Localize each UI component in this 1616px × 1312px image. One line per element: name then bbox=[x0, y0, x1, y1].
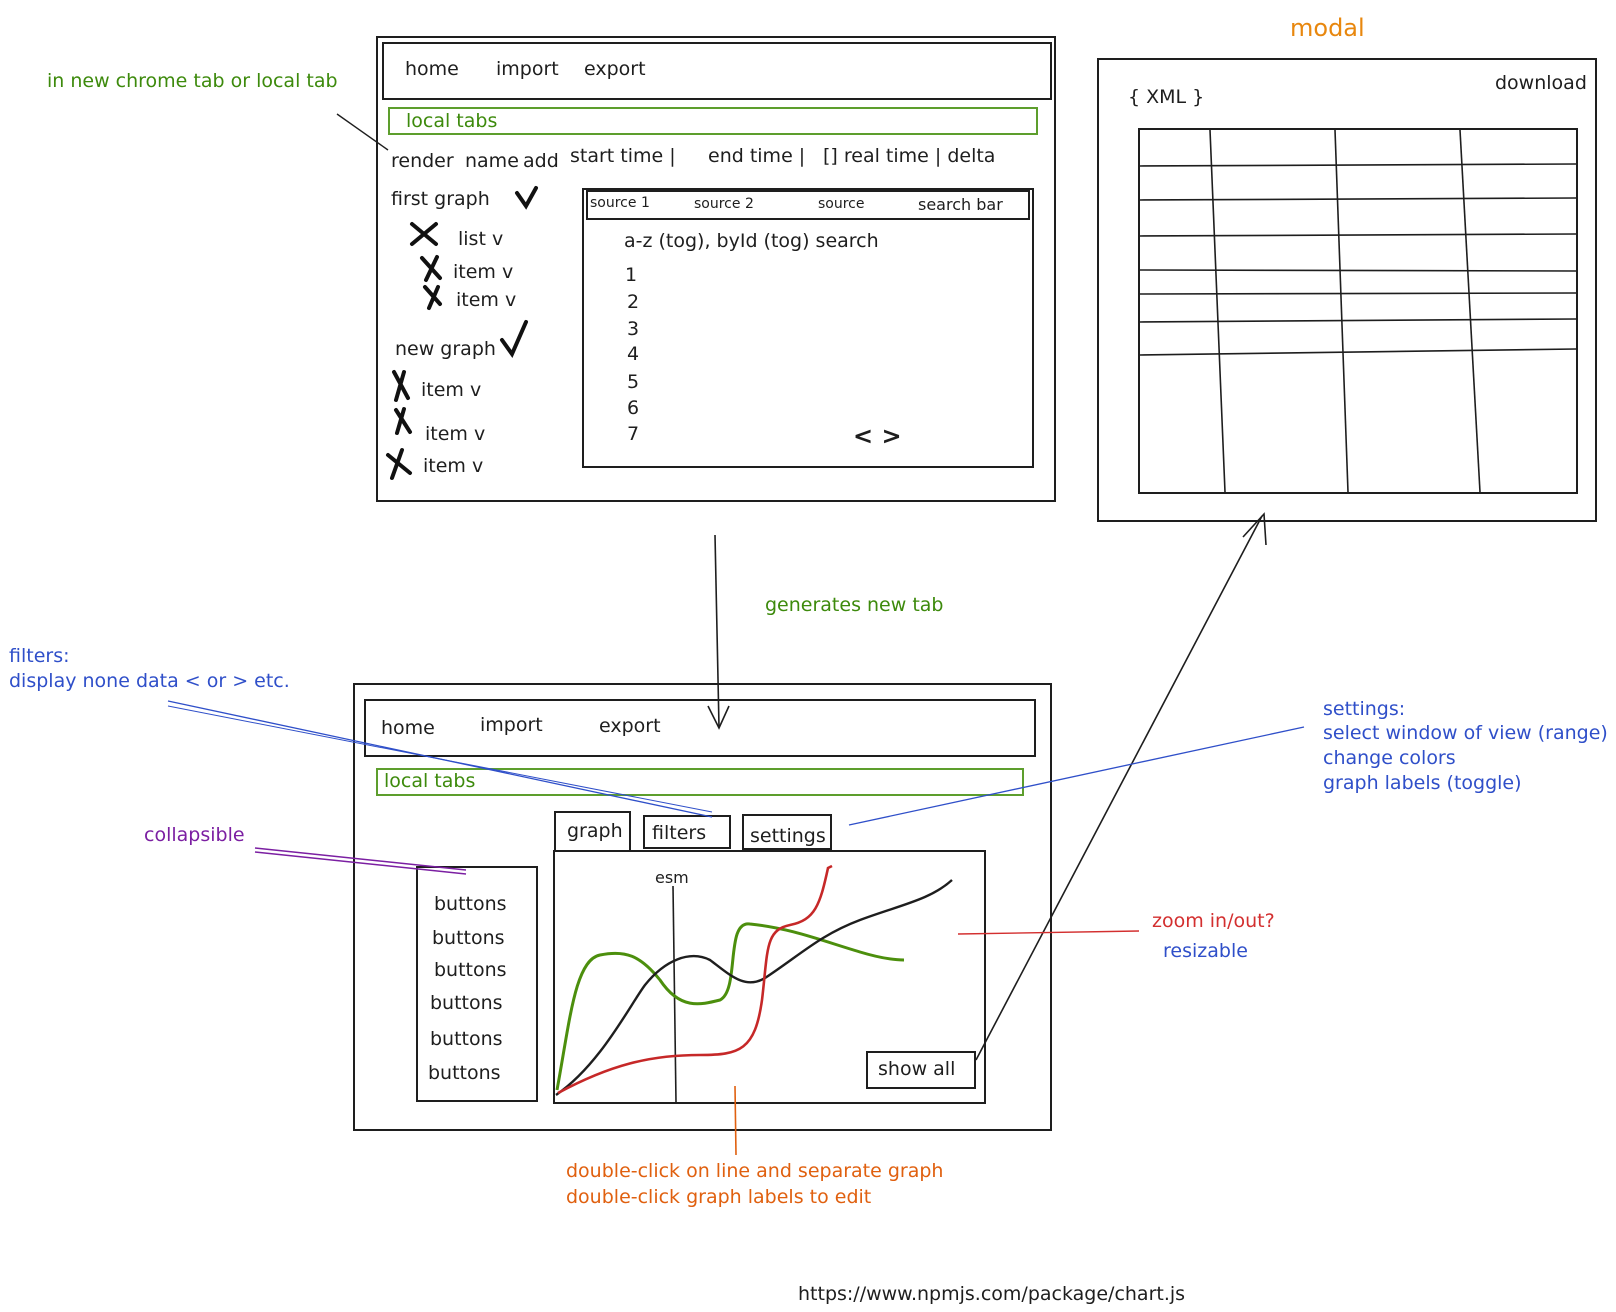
zoom-connector bbox=[957, 930, 1140, 935]
close-icon[interactable] bbox=[386, 448, 412, 480]
new-tab-connector bbox=[336, 113, 389, 151]
generates-arrow bbox=[714, 534, 720, 728]
check-icon bbox=[515, 186, 538, 210]
graph-series-green[interactable] bbox=[555, 922, 905, 1091]
close-icon[interactable] bbox=[410, 222, 438, 246]
close-icon[interactable] bbox=[420, 255, 442, 282]
sketch-lines-layer bbox=[167, 113, 1305, 1156]
close-icon[interactable] bbox=[392, 370, 410, 402]
close-icon[interactable] bbox=[394, 407, 412, 435]
graph-series-black[interactable] bbox=[555, 879, 953, 1096]
check-icon bbox=[500, 320, 528, 359]
collapsible-connector bbox=[254, 847, 467, 875]
graph-series-red[interactable] bbox=[557, 864, 833, 1095]
close-icon[interactable] bbox=[423, 285, 442, 310]
settings-connector bbox=[848, 726, 1305, 826]
filters-connector-2 bbox=[167, 705, 713, 813]
double-click-connector bbox=[734, 1085, 737, 1156]
